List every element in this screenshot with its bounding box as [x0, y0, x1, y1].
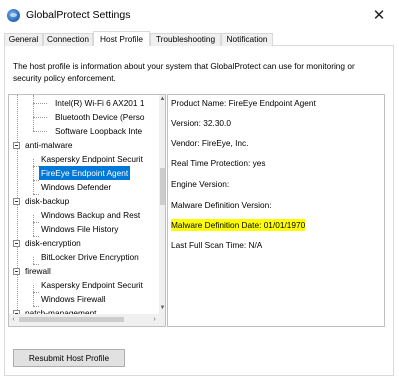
tree-connector-firewall	[33, 285, 34, 306]
tree-item-wifi-adapter[interactable]: Intel(R) Wi-Fi 6 AX201 1	[55, 96, 144, 110]
tree-item-windows-backup[interactable]: Windows Backup and Rest	[41, 208, 140, 222]
detail-engine-version: Engine Version:	[171, 179, 230, 189]
window-title: GlobalProtect Settings	[26, 9, 131, 21]
tree-horizontal-scrollbar[interactable]: ‹ ›	[9, 314, 159, 326]
scroll-right-icon[interactable]: ›	[150, 314, 159, 326]
tab-general[interactable]: General	[4, 33, 43, 46]
collapse-toggle-icon[interactable]	[13, 268, 20, 275]
tree-item-fireeye-selected[interactable]: FireEye Endpoint Agent	[39, 166, 131, 180]
scroll-left-icon[interactable]: ‹	[9, 314, 18, 326]
tree-category-firewall[interactable]: firewall	[25, 264, 51, 278]
host-profile-details-panel: Product Name: FireEye Endpoint Agent Ver…	[167, 94, 385, 327]
tree-connector-network	[33, 95, 34, 131]
resubmit-host-profile-button[interactable]: Resubmit Host Profile	[13, 349, 125, 367]
tree-item-loopback[interactable]: Software Loopback Inte	[55, 124, 142, 138]
detail-real-time-protection: Real Time Protection: yes	[171, 158, 266, 168]
tab-notification[interactable]: Notification	[221, 33, 273, 46]
tree-category-disk-backup[interactable]: disk-backup	[25, 194, 69, 208]
detail-malware-definition-version: Malware Definition Version:	[171, 200, 272, 210]
collapse-toggle-icon[interactable]	[13, 240, 20, 247]
tree-connector-root	[17, 95, 18, 320]
title-bar: GlobalProtect Settings ✕	[0, 0, 399, 30]
tree-item-windows-firewall[interactable]: Windows Firewall	[41, 292, 106, 306]
tree-item-bitlocker[interactable]: BitLocker Drive Encryption	[41, 250, 139, 264]
tree-item-windows-defender[interactable]: Windows Defender	[41, 180, 111, 194]
collapse-toggle-icon[interactable]	[13, 142, 20, 149]
host-profile-tree[interactable]: Intel(R) Wi-Fi 6 AX201 1 Bluetooth Devic…	[8, 94, 166, 327]
horizontal-scroll-thumb[interactable]	[19, 317, 124, 322]
tree-vertical-scrollbar[interactable]: ▲ ▼	[159, 95, 165, 314]
tree-item-kaspersky-firewall[interactable]: Kaspersky Endpoint Securit	[41, 278, 143, 292]
tree-connector-diskencryption	[33, 257, 34, 264]
detail-vendor: Vendor: FireEye, Inc.	[171, 138, 249, 148]
scrollbar-corner	[159, 314, 165, 326]
tab-host-profile[interactable]: Host Profile	[93, 31, 150, 46]
tab-troubleshooting[interactable]: Troubleshooting	[150, 33, 221, 46]
detail-version: Version: 32.30.0	[171, 118, 231, 128]
globalprotect-globe-icon	[7, 9, 20, 22]
detail-last-full-scan-time: Last Full Scan Time: N/A	[171, 240, 263, 250]
scroll-up-icon[interactable]: ▲	[159, 96, 165, 103]
tab-connection[interactable]: Connection	[43, 33, 93, 46]
close-icon[interactable]: ✕	[368, 5, 390, 25]
tree-item-bluetooth-device[interactable]: Bluetooth Device (Perso	[55, 110, 144, 124]
host-profile-description: The host profile is information about yo…	[13, 61, 355, 83]
tree-connector-antimalware	[33, 159, 34, 194]
vertical-scroll-thumb[interactable]	[160, 168, 165, 205]
tree-category-anti-malware[interactable]: anti-malware	[25, 138, 73, 152]
detail-malware-definition-date: Malware Definition Date: 01/01/1970	[171, 219, 306, 231]
tree-category-disk-encryption[interactable]: disk-encryption	[25, 236, 81, 250]
detail-product-name: Product Name: FireEye Endpoint Agent	[171, 98, 316, 108]
tree-item-windows-file-history[interactable]: Windows File History	[41, 222, 118, 236]
collapse-toggle-icon[interactable]	[13, 198, 20, 205]
tree-connector-diskbackup	[33, 215, 34, 236]
tree-item-kaspersky-antimalware[interactable]: Kaspersky Endpoint Securit	[41, 152, 143, 166]
scroll-down-icon[interactable]: ▼	[159, 305, 165, 312]
